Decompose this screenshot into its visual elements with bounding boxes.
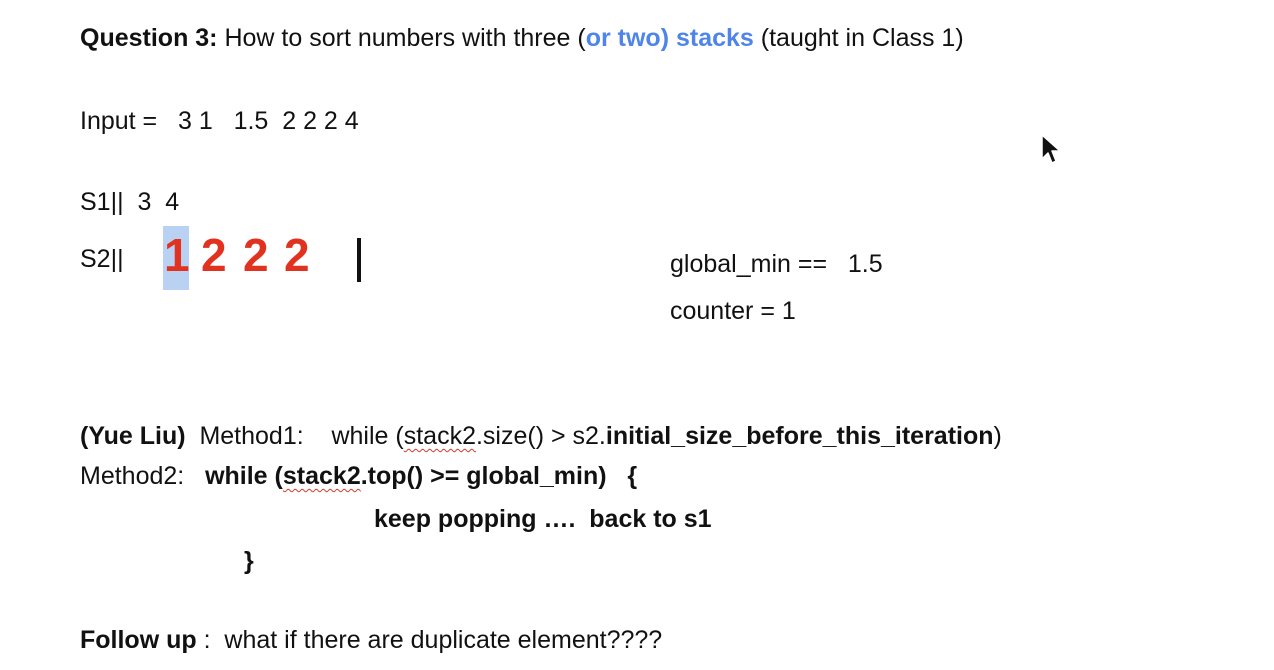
question-heading: Question 3: How to sort numbers with thr… [80, 24, 964, 53]
s2-label: S2|| [80, 245, 124, 273]
mouse-pointer-icon [1041, 134, 1061, 164]
method1-line: (Yue Liu) Method1: while (stack2.size() … [80, 422, 1002, 451]
global-min-line: global_min == 1.5 [670, 250, 883, 278]
question-text-after: (taught in Class 1) [753, 24, 964, 52]
method1-author: (Yue Liu) [80, 422, 186, 450]
counter-line: counter = 1 [670, 297, 796, 325]
method1-rest: .size() > s2. [475, 422, 606, 450]
method1-label: Method1: while ( [185, 422, 404, 450]
keep-popping-line: keep popping …. back to s1 [374, 505, 712, 533]
question-text: How to sort numbers with three ( [217, 24, 586, 52]
method2-code-start: while ( [205, 462, 283, 490]
follow-up-label: Follow up [80, 626, 197, 654]
input-line: Input = 3 1 1.5 2 2 2 4 [80, 107, 359, 135]
follow-up-line: Follow up : what if there are duplicate … [80, 626, 662, 655]
s2-digit: 1 [164, 229, 190, 281]
follow-up-text: : what if there are duplicate element???… [196, 626, 663, 654]
question-label: Question 3: [80, 24, 218, 52]
method1-bold: initial_size_before_this_iteration [605, 422, 994, 450]
close-brace: } [244, 547, 254, 575]
s2-digit: 2 [243, 229, 269, 281]
method1-stack2: stack2 [403, 422, 476, 450]
method1-end: ) [993, 422, 1002, 450]
method2-stack2: stack2 [282, 462, 361, 490]
method2-label: Method2: [80, 462, 206, 490]
question-highlight: or two) stacks [585, 24, 754, 52]
s2-digit: 2 [201, 229, 227, 281]
method2-code-end: .top() >= global_min) { [360, 462, 638, 490]
text-cursor-icon [357, 238, 361, 282]
s2-digit: 2 [284, 229, 310, 281]
s1-line: S1|| 3 4 [80, 188, 180, 216]
method2-line: Method2: while (stack2.top() >= global_m… [80, 462, 637, 491]
